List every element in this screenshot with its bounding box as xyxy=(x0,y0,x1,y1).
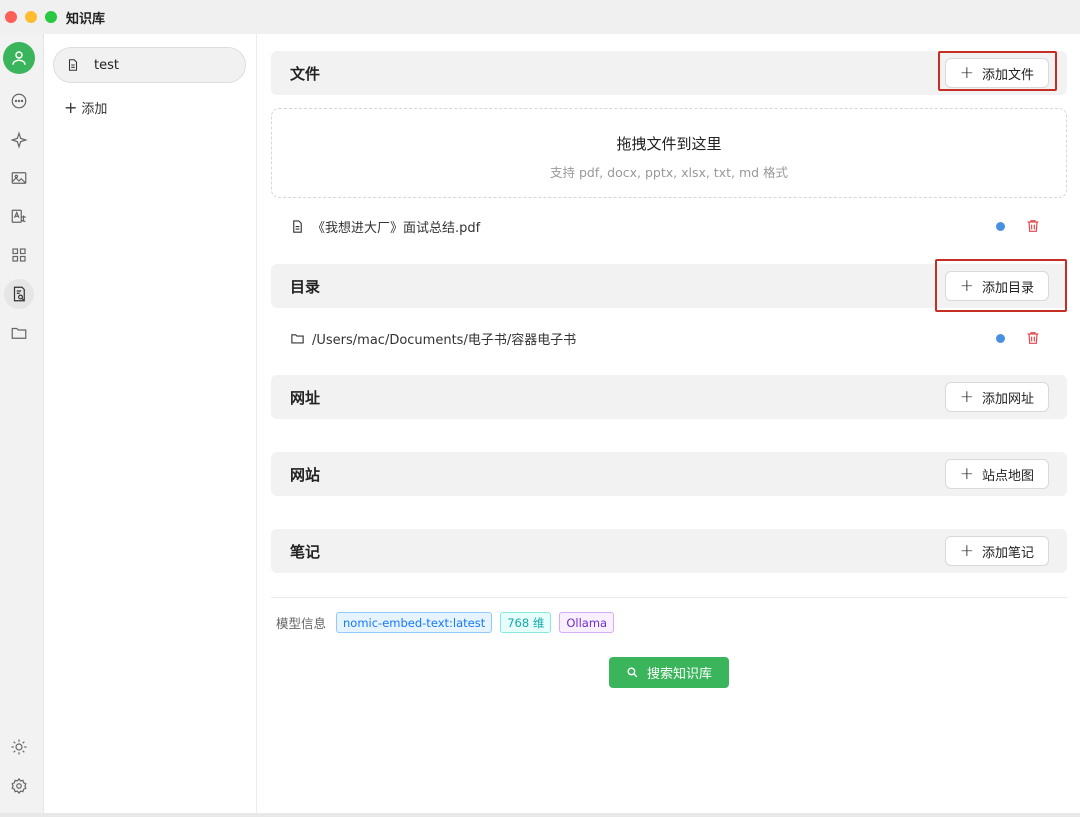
image-icon[interactable] xyxy=(4,163,34,193)
sitemap-button[interactable]: + 站点地图 xyxy=(944,459,1049,489)
highlight-box xyxy=(935,259,1067,312)
directory-path: /Users/mac/Documents/电子书/容器电子书 xyxy=(312,332,577,348)
sitemap-label: 站点地图 xyxy=(981,468,1034,484)
knowledge-list-panel: test + 添加 xyxy=(44,34,257,817)
search-knowledge-button[interactable]: 搜索知识库 xyxy=(609,657,729,688)
plus-icon: + xyxy=(64,98,78,117)
title-bar: 知识库 xyxy=(0,0,1080,34)
window-title: 知识库 xyxy=(66,11,106,27)
document-icon xyxy=(293,219,302,233)
add-note-label: 添加笔记 xyxy=(981,545,1034,561)
search-knowledge-label: 搜索知识库 xyxy=(646,667,712,682)
translate-icon[interactable] xyxy=(4,202,34,232)
apps-icon[interactable] xyxy=(4,240,34,270)
dropzone-subtitle: 支持 pdf, docx, pptx, xlsx, txt, md 格式 xyxy=(549,165,789,180)
directory-row: /Users/mac/Documents/电子书/容器电子书 xyxy=(271,323,1067,353)
knowledge-item-label: test xyxy=(94,57,119,73)
knowledge-item[interactable]: test xyxy=(53,47,246,83)
directories-section-title: 目录 xyxy=(290,277,321,296)
dimension-tag: 768 维 xyxy=(500,612,552,633)
folder-icon xyxy=(291,333,304,343)
plus-icon: + xyxy=(959,463,974,484)
status-dot xyxy=(996,333,1005,343)
urls-section-title: 网址 xyxy=(290,388,321,407)
minimize-window-button[interactable] xyxy=(25,11,37,23)
provider-tag: Ollama xyxy=(559,612,615,633)
highlight-box xyxy=(938,51,1057,91)
websites-section-header: 网站 + 站点地图 xyxy=(271,452,1067,496)
knowledge-icon[interactable] xyxy=(4,279,34,309)
add-knowledge-button[interactable]: + 添加 xyxy=(64,98,107,117)
add-note-button[interactable]: + 添加笔记 xyxy=(944,536,1049,566)
notes-section-title: 笔记 xyxy=(290,542,321,561)
file-row: 《我想进大厂》面试总结.pdf xyxy=(271,211,1067,241)
urls-section-header: 网址 + 添加网址 xyxy=(271,375,1067,419)
chat-icon[interactable] xyxy=(4,86,34,116)
delete-icon[interactable] xyxy=(1025,330,1041,346)
status-dot xyxy=(996,221,1005,231)
notes-section-header: 笔记 + 添加笔记 xyxy=(271,529,1067,573)
dropzone-title: 拖拽文件到这里 xyxy=(616,135,722,153)
theme-icon[interactable] xyxy=(4,732,34,762)
user-avatar-icon[interactable] xyxy=(3,42,35,74)
file-name: 《我想进大厂》面试总结.pdf xyxy=(312,220,481,236)
add-url-button[interactable]: + 添加网址 xyxy=(944,382,1049,412)
add-url-label: 添加网址 xyxy=(981,391,1034,407)
search-icon xyxy=(627,667,638,678)
plus-icon: + xyxy=(959,386,974,407)
websites-section-title: 网站 xyxy=(290,465,321,484)
files-section-title: 文件 xyxy=(290,64,321,83)
model-info: 模型信息 nomic-embed-text:latest 768 维 Ollam… xyxy=(276,612,615,633)
icon-sidebar xyxy=(0,34,44,817)
divider xyxy=(271,597,1067,598)
plus-icon: + xyxy=(959,540,974,561)
folder-icon[interactable] xyxy=(4,318,34,348)
footer-strip xyxy=(0,813,1080,817)
document-icon xyxy=(68,59,78,71)
add-knowledge-label: 添加 xyxy=(81,102,108,117)
settings-icon[interactable] xyxy=(4,771,34,801)
file-dropzone[interactable]: 拖拽文件到这里 支持 pdf, docx, pptx, xlsx, txt, m… xyxy=(271,108,1067,198)
model-info-label: 模型信息 xyxy=(276,616,327,631)
zoom-window-button[interactable] xyxy=(45,11,57,23)
delete-icon[interactable] xyxy=(1025,218,1041,234)
model-tag: nomic-embed-text:latest xyxy=(336,612,493,633)
close-window-button[interactable] xyxy=(5,11,17,23)
sparkle-icon[interactable] xyxy=(4,125,34,155)
main-panel: 文件 + 添加文件 拖拽文件到这里 支持 pdf, docx, pptx, xl… xyxy=(258,34,1080,817)
